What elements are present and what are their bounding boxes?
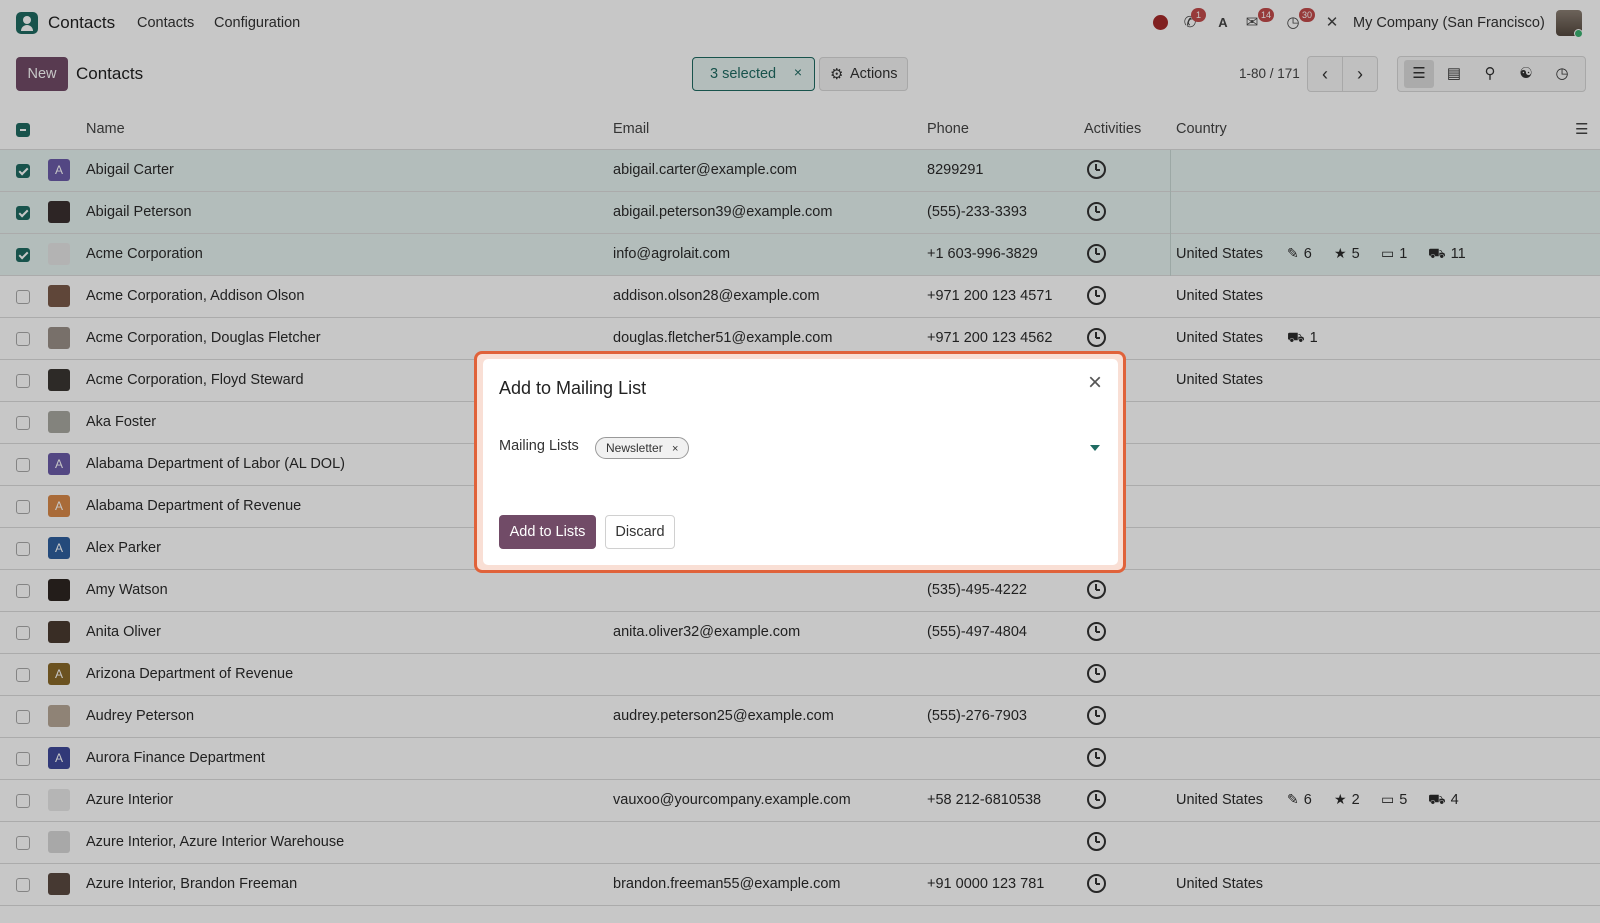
- mailing-list-tag: Newsletter ×: [595, 437, 690, 459]
- dropdown-caret-icon[interactable]: [1090, 445, 1100, 451]
- remove-tag-icon[interactable]: ×: [672, 443, 678, 455]
- mailing-list-tag-label: Newsletter: [606, 441, 663, 455]
- close-icon[interactable]: ×: [1088, 371, 1102, 395]
- add-to-mailing-list-dialog: Add to Mailing List × Mailing Lists News…: [483, 359, 1118, 565]
- modal-title: Add to Mailing List: [499, 378, 647, 398]
- add-to-lists-button[interactable]: Add to Lists: [499, 515, 596, 549]
- mailing-lists-label: Mailing Lists: [499, 438, 579, 454]
- discard-button[interactable]: Discard: [605, 515, 675, 549]
